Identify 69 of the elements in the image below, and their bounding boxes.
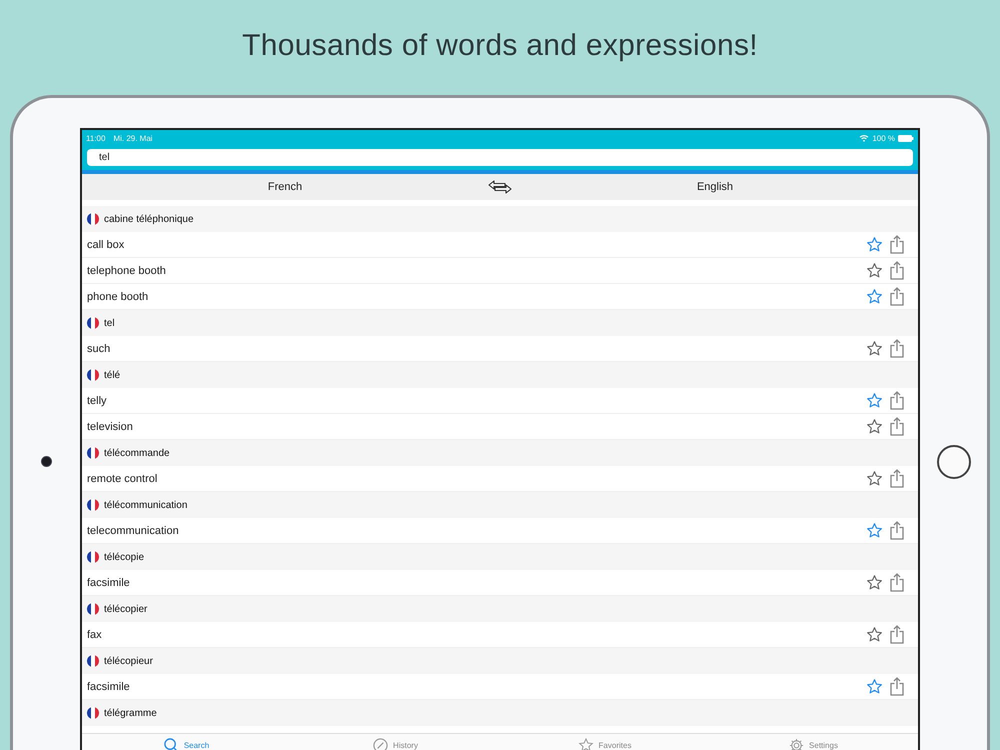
share-icon[interactable] bbox=[890, 287, 904, 306]
status-time: 11:00 bbox=[86, 134, 106, 142]
translation-text: fax bbox=[87, 628, 103, 640]
star-icon[interactable] bbox=[866, 626, 883, 643]
french-term: télécopie bbox=[104, 552, 144, 562]
translation-row[interactable]: call box bbox=[82, 232, 918, 258]
compass-icon bbox=[373, 738, 388, 750]
translation-text: telecommunication bbox=[87, 524, 180, 536]
battery-percent: 100 % bbox=[872, 134, 895, 142]
settings-icon bbox=[789, 738, 804, 750]
star-icon[interactable] bbox=[866, 262, 883, 279]
status-date: Mi. 29. Mai bbox=[113, 134, 153, 142]
target-language[interactable]: English bbox=[696, 181, 734, 193]
camera-icon bbox=[41, 456, 52, 467]
star-icon[interactable] bbox=[866, 236, 883, 253]
translation-row[interactable]: telly bbox=[82, 388, 918, 414]
star-icon[interactable] bbox=[866, 340, 883, 357]
translation-text: phone booth bbox=[87, 290, 150, 302]
star-icon[interactable] bbox=[866, 392, 883, 409]
share-icon[interactable] bbox=[890, 339, 904, 358]
share-icon[interactable] bbox=[890, 625, 904, 644]
french-term: cabine téléphonique bbox=[104, 214, 194, 224]
search-field[interactable]: tel bbox=[87, 149, 913, 166]
share-icon[interactable] bbox=[890, 677, 904, 696]
search-icon bbox=[164, 738, 179, 750]
french-term: télé bbox=[104, 370, 120, 380]
translation-text: remote control bbox=[87, 472, 158, 484]
french-term: tel bbox=[104, 318, 115, 328]
french-flag-icon bbox=[87, 603, 99, 615]
share-icon[interactable] bbox=[890, 261, 904, 280]
french-term: télégramme bbox=[104, 708, 157, 718]
translation-text: call box bbox=[87, 238, 126, 250]
star-icon bbox=[578, 738, 594, 750]
star-icon[interactable] bbox=[866, 574, 883, 591]
translation-row[interactable]: telephone booth bbox=[82, 258, 918, 284]
french-flag-icon bbox=[87, 707, 99, 719]
translation-text: telly bbox=[87, 394, 108, 406]
translation-text: telephone booth bbox=[87, 264, 167, 276]
french-term: télécopieur bbox=[104, 656, 153, 666]
share-icon[interactable] bbox=[890, 521, 904, 540]
french-flag-icon bbox=[87, 213, 99, 225]
star-icon[interactable] bbox=[866, 678, 883, 695]
translation-text: such bbox=[87, 342, 112, 354]
french-flag-icon bbox=[87, 369, 99, 381]
french-flag-icon bbox=[87, 655, 99, 667]
french-term: télécommunication bbox=[104, 500, 188, 510]
wifi-icon bbox=[859, 134, 870, 142]
share-icon[interactable] bbox=[890, 417, 904, 436]
share-icon[interactable] bbox=[890, 573, 904, 592]
french-term: télécopier bbox=[104, 604, 148, 614]
source-language[interactable]: French bbox=[268, 181, 302, 193]
french-flag-icon bbox=[87, 317, 99, 329]
headline: Thousands of words and expressions! bbox=[241, 28, 759, 64]
swap-arrows-icon[interactable] bbox=[488, 180, 512, 194]
share-icon[interactable] bbox=[890, 469, 904, 488]
share-icon[interactable] bbox=[890, 235, 904, 254]
battery-icon bbox=[898, 134, 914, 142]
star-icon[interactable] bbox=[866, 522, 883, 539]
star-icon[interactable] bbox=[866, 288, 883, 305]
translation-text: television bbox=[87, 420, 134, 432]
french-flag-icon bbox=[87, 447, 99, 459]
french-flag-icon bbox=[87, 499, 99, 511]
star-icon[interactable] bbox=[866, 470, 883, 487]
french-flag-icon bbox=[87, 551, 99, 563]
translation-text: facsimile bbox=[87, 680, 131, 692]
translation-text: facsimile bbox=[87, 576, 131, 588]
star-icon[interactable] bbox=[866, 418, 883, 435]
share-icon[interactable] bbox=[890, 391, 904, 410]
french-term: télécommande bbox=[104, 448, 170, 458]
